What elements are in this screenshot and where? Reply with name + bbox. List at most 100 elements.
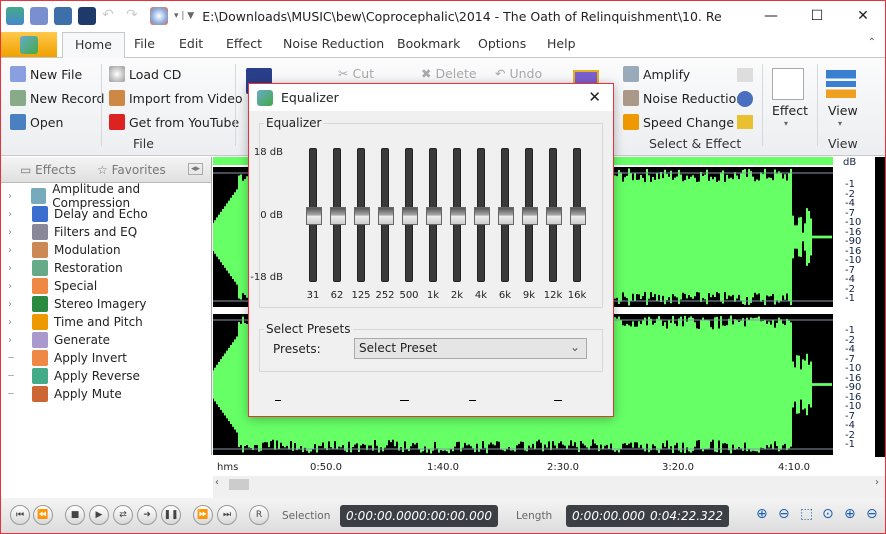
- slider-thumb[interactable]: [354, 207, 370, 225]
- get-from-youtube-button[interactable]: Get from YouTube: [109, 114, 239, 130]
- stop-button[interactable]: ■: [65, 505, 85, 525]
- slider-thumb[interactable]: [306, 207, 322, 225]
- zoom-selection-icon[interactable]: ⬚: [800, 506, 818, 524]
- slider-thumb[interactable]: [402, 207, 418, 225]
- tree-item[interactable]: › Restoration: [0, 259, 211, 277]
- zoom-full-icon[interactable]: ⊙: [822, 506, 840, 524]
- load-cd-button[interactable]: Load CD: [109, 66, 181, 82]
- expand-arrow-icon[interactable]: ›: [8, 191, 19, 202]
- tab-help[interactable]: Help: [547, 36, 576, 51]
- expand-arrow-icon[interactable]: ›: [8, 299, 20, 310]
- customize-dropdown-icon[interactable]: ▾ | ▼: [174, 11, 194, 21]
- go-to-start-button[interactable]: ⏮: [10, 505, 30, 525]
- tree-item[interactable]: › Delay and Echo: [0, 205, 211, 223]
- horizontal-scrollbar[interactable]: ‹ ›: [213, 476, 886, 498]
- tab-bookmark[interactable]: Bookmark: [397, 36, 460, 51]
- app-menu-button[interactable]: [1, 32, 57, 57]
- slider-thumb[interactable]: [330, 207, 346, 225]
- play-selection-button[interactable]: ➜: [137, 505, 157, 525]
- eq-slider-16k[interactable]: [570, 148, 586, 282]
- view-button[interactable]: View: [828, 103, 858, 118]
- expand-arrow-icon[interactable]: ›: [8, 245, 20, 256]
- speed-change-button[interactable]: Speed Change: [623, 114, 734, 130]
- tree-item[interactable]: › Filters and EQ: [0, 223, 211, 241]
- play-button[interactable]: ▶: [89, 505, 109, 525]
- slider-thumb[interactable]: [546, 207, 562, 225]
- tab-effects[interactable]: ▭ Effects: [20, 163, 76, 177]
- effect-button[interactable]: Effect: [772, 103, 808, 118]
- tab-file[interactable]: File: [134, 36, 155, 51]
- expand-arrow-icon[interactable]: ›: [8, 263, 20, 274]
- tab-home[interactable]: Home: [62, 32, 125, 59]
- zoom-in-vertical-icon[interactable]: ⊕: [844, 506, 862, 524]
- redo-icon[interactable]: ↷: [126, 7, 144, 25]
- tree-item[interactable]: ┄ Apply Reverse: [0, 367, 211, 385]
- import-from-video-button[interactable]: Import from Video: [109, 90, 243, 106]
- rewind-button[interactable]: ⏪: [33, 505, 53, 525]
- eq-slider-62[interactable]: [330, 148, 346, 282]
- eq-slider-4k[interactable]: [474, 148, 490, 282]
- slider-thumb[interactable]: [498, 207, 514, 225]
- new-file-button[interactable]: New File: [10, 66, 82, 82]
- tree-item[interactable]: › Generate: [0, 331, 211, 349]
- noise-reduction-button[interactable]: Noise Reduction: [623, 90, 744, 106]
- tree-item[interactable]: ┄ Apply Mute: [0, 385, 211, 403]
- eq-slider-31[interactable]: [306, 148, 322, 282]
- presets-select[interactable]: Select Preset ⌄: [354, 338, 587, 359]
- expand-arrow-icon[interactable]: ›: [8, 335, 20, 346]
- tree-item[interactable]: ┄ Apply Invert: [0, 349, 211, 367]
- go-to-end-button[interactable]: ⏭: [217, 505, 237, 525]
- expand-arrow-icon[interactable]: ›: [8, 281, 20, 292]
- new-file-icon[interactable]: [30, 7, 48, 25]
- save-icon[interactable]: [78, 7, 96, 25]
- eq-slider-9k[interactable]: [522, 148, 538, 282]
- collapse-ribbon-icon[interactable]: ⌃: [868, 37, 876, 48]
- tab-edit[interactable]: Edit: [179, 36, 203, 51]
- maximize-button[interactable]: ☐: [794, 0, 840, 32]
- time-ruler[interactable]: hms 0:50.0 1:40.0 2:30.0 3:20.0 4:10.0: [213, 458, 833, 476]
- eq-slider-6k[interactable]: [498, 148, 514, 282]
- slider-thumb[interactable]: [570, 207, 586, 225]
- new-record-button[interactable]: New Record: [10, 90, 104, 106]
- scroll-left-icon[interactable]: ‹: [215, 477, 219, 488]
- fast-forward-button[interactable]: ⏩: [193, 505, 213, 525]
- zoom-out-icon[interactable]: ⊖: [778, 506, 796, 524]
- expand-arrow-icon[interactable]: ›: [8, 209, 20, 220]
- tree-item[interactable]: › Special: [0, 277, 211, 295]
- amplify-button[interactable]: Amplify: [623, 66, 690, 82]
- loop-button[interactable]: ⇄: [113, 505, 133, 525]
- undo-button[interactable]: ↶ Undo: [495, 66, 542, 81]
- effect-icon[interactable]: [772, 68, 804, 100]
- burn-cd-icon[interactable]: [150, 7, 168, 25]
- open-icon[interactable]: [54, 7, 72, 25]
- close-button[interactable]: ✕: [840, 0, 886, 32]
- expand-arrow-icon[interactable]: ›: [8, 317, 20, 328]
- undo-icon[interactable]: ↶: [102, 7, 120, 25]
- panel-scroll-arrows-icon[interactable]: ◂▸: [188, 163, 204, 175]
- open-button[interactable]: Open: [10, 114, 63, 130]
- zoom-out-vertical-icon[interactable]: ⊖: [866, 506, 884, 524]
- eq-slider-1k[interactable]: [426, 148, 442, 282]
- tab-options[interactable]: Options: [478, 36, 526, 51]
- tab-favorites[interactable]: ☆ Favorites: [97, 163, 166, 177]
- delete-button[interactable]: ✖ Delete: [421, 66, 477, 81]
- slider-thumb[interactable]: [426, 207, 442, 225]
- scroll-thumb[interactable]: [229, 479, 249, 490]
- tree-item[interactable]: › Amplitude and Compression: [0, 182, 211, 210]
- tree-item[interactable]: › Stereo Imagery: [0, 295, 211, 313]
- tab-noise-reduction[interactable]: Noise Reduction: [283, 36, 384, 51]
- record-button[interactable]: R: [249, 505, 269, 525]
- eq-slider-2k[interactable]: [450, 148, 466, 282]
- equalizer-icon[interactable]: [737, 115, 753, 129]
- minimize-button[interactable]: —: [748, 0, 794, 32]
- pause-button[interactable]: ❚❚: [161, 505, 181, 525]
- slider-thumb[interactable]: [474, 207, 490, 225]
- tab-effect[interactable]: Effect: [226, 36, 262, 51]
- expand-arrow-icon[interactable]: ›: [8, 227, 20, 238]
- slider-thumb[interactable]: [522, 207, 538, 225]
- eq-slider-125[interactable]: [354, 148, 370, 282]
- cut-button[interactable]: ✂ Cut: [338, 66, 374, 81]
- scroll-right-icon[interactable]: ›: [875, 477, 879, 488]
- tree-item[interactable]: › Modulation: [0, 241, 211, 259]
- eq-slider-12k[interactable]: [546, 148, 562, 282]
